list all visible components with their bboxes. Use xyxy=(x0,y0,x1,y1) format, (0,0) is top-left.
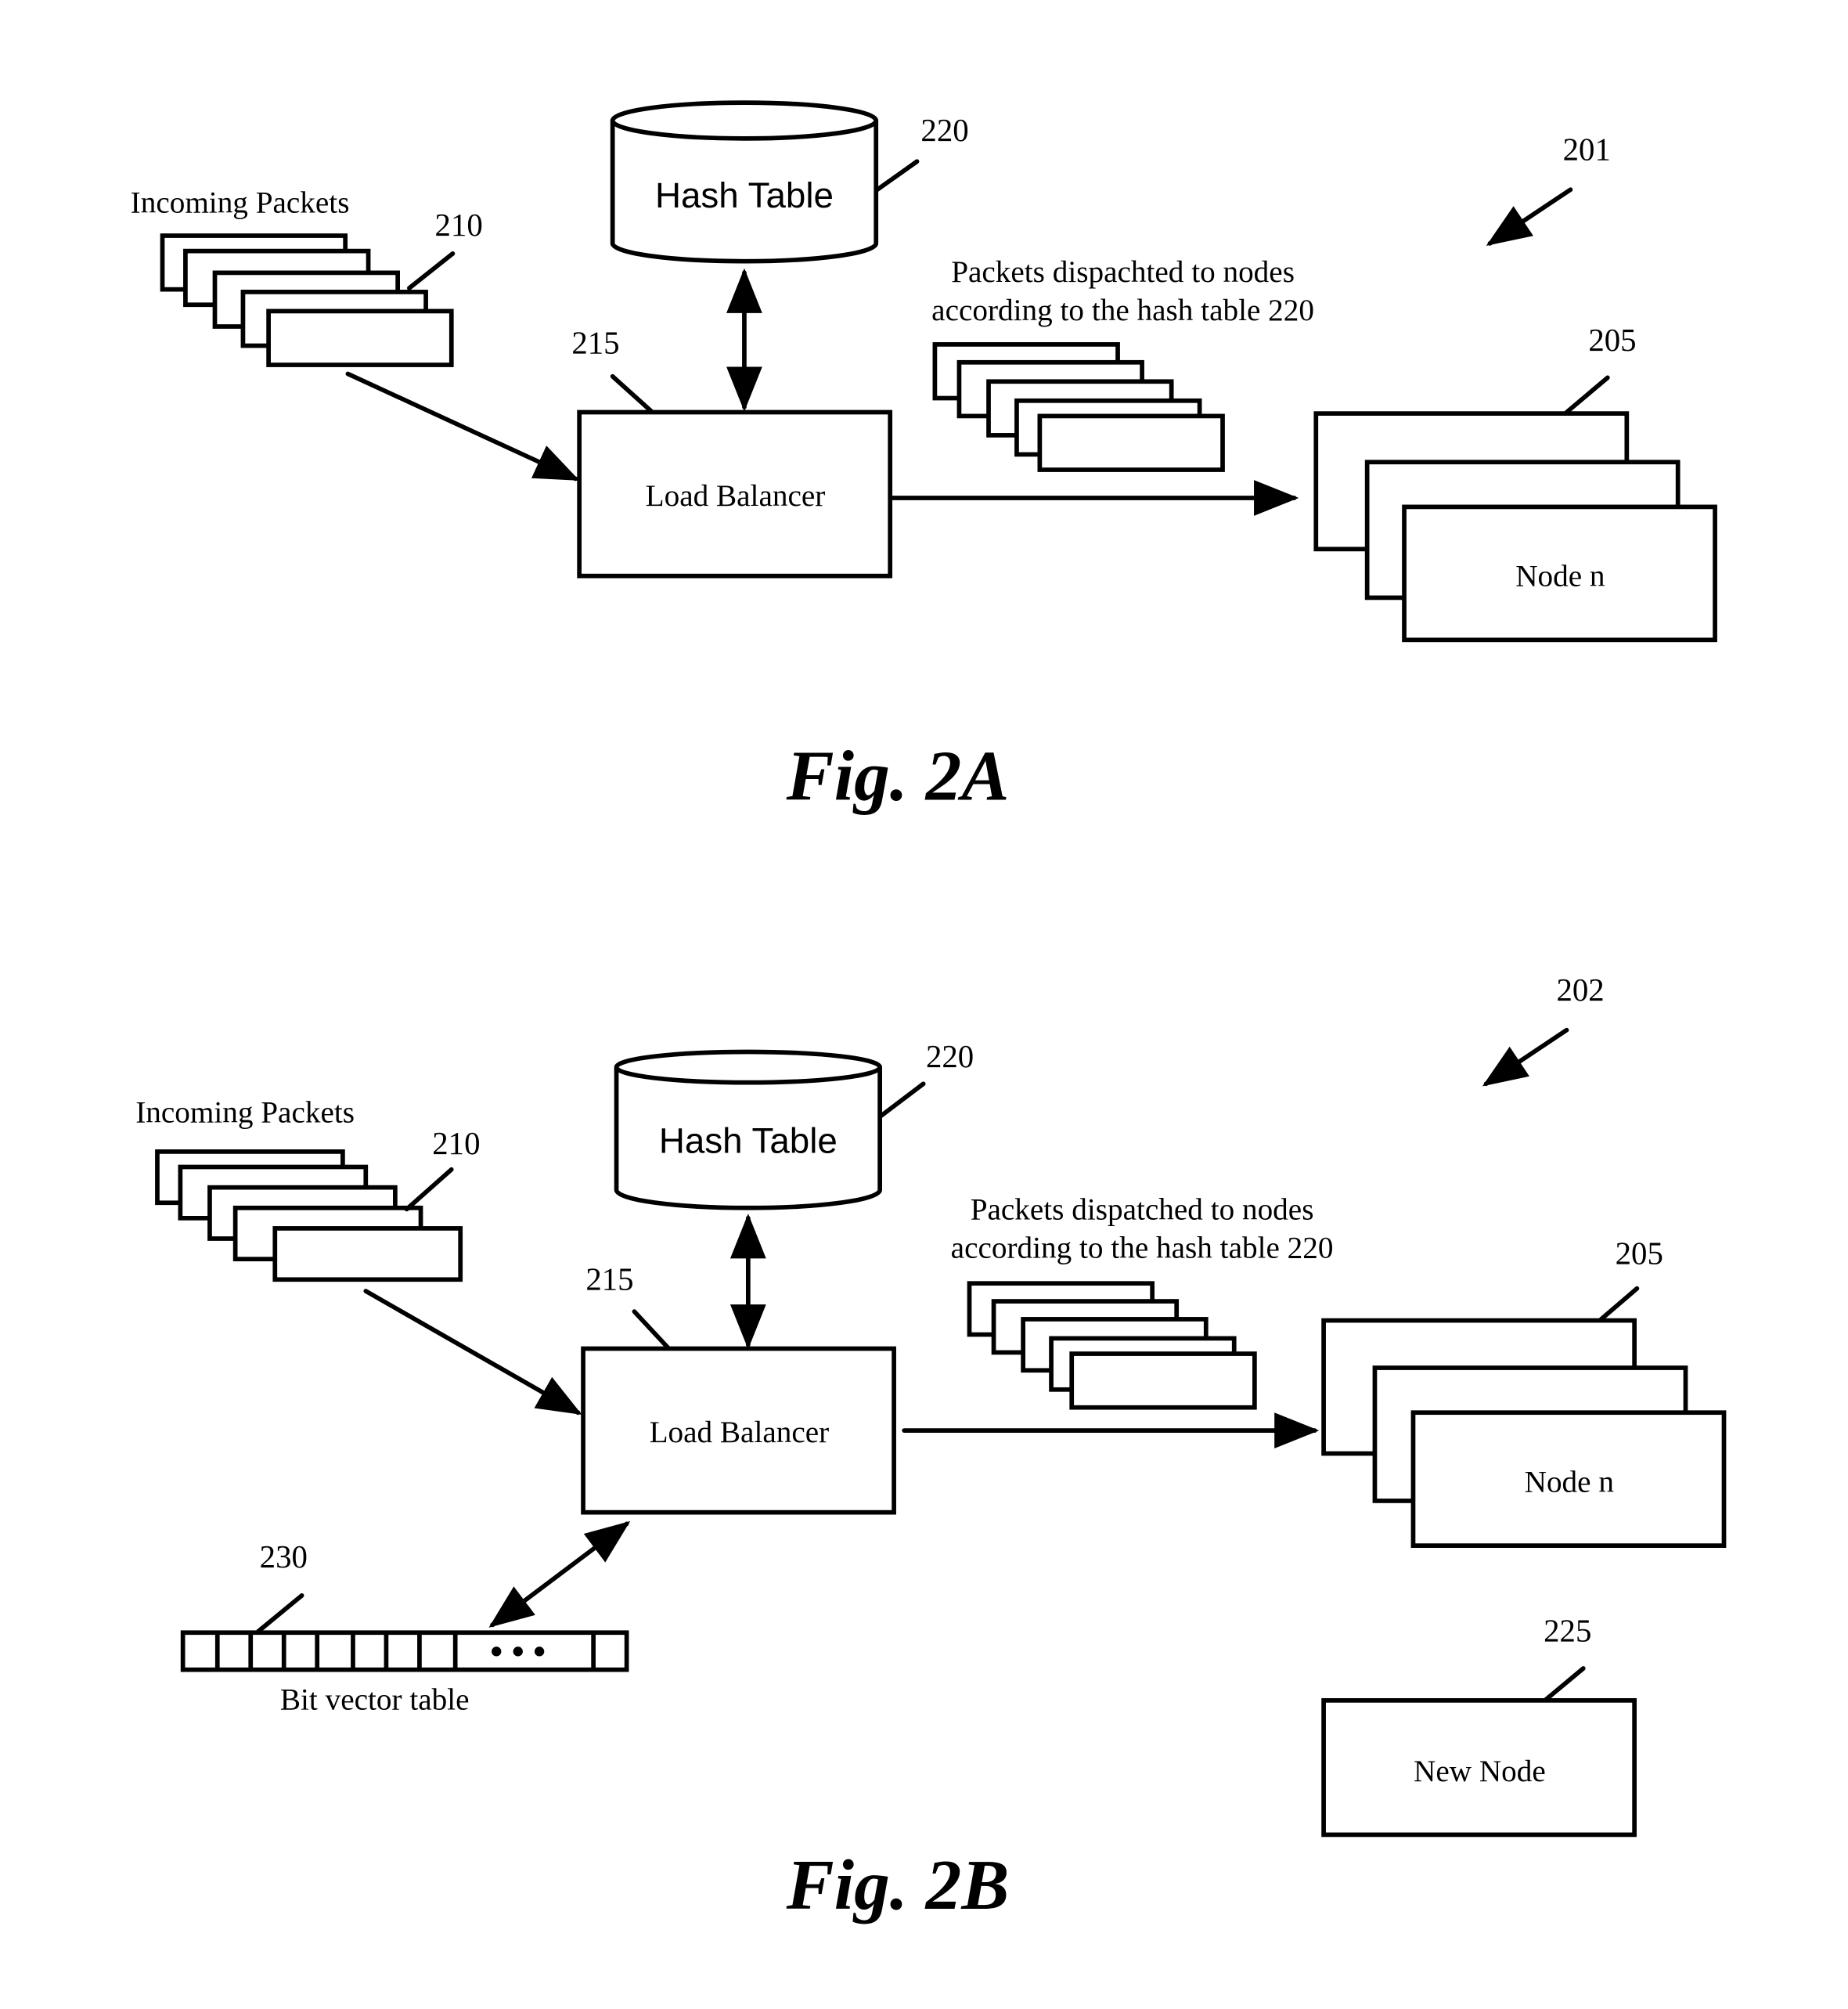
packet xyxy=(1037,413,1225,472)
hash-table-cylinder: Hash Table xyxy=(614,1049,882,1210)
ref-205-leader xyxy=(1598,1286,1640,1322)
ref-225-label: 225 xyxy=(1544,1614,1591,1649)
ref-220-leader xyxy=(875,159,920,193)
node-stack: Node n xyxy=(1313,411,1717,643)
bit-vector-ellipsis: • • • xyxy=(490,1631,546,1671)
load-balancer-label: Load Balancer xyxy=(646,479,826,513)
incoming-packets-label: Incoming Packets xyxy=(131,186,350,220)
dispatched-packet-stack xyxy=(967,1281,1257,1410)
ref-201-arrow xyxy=(1486,187,1573,246)
node-n-label: Node n xyxy=(1515,560,1605,593)
dispatch-label-line2: according to the hash table 220 xyxy=(931,294,1314,327)
node-stack: Node n xyxy=(1321,1318,1727,1549)
hash-table-label: Hash Table xyxy=(655,175,834,215)
dispatch-label-line1: Packets dispatched to nodes xyxy=(971,1192,1314,1226)
ref-205-leader xyxy=(1564,375,1610,415)
ref-230-leader xyxy=(256,1593,304,1634)
dispatch-label-line1: Packets dispachted to nodes xyxy=(951,255,1295,289)
ref-215-label: 215 xyxy=(571,325,619,360)
ref-220-label: 220 xyxy=(926,1039,974,1074)
ref-202-label: 202 xyxy=(1556,972,1604,1008)
ref-205-label: 205 xyxy=(1588,323,1636,358)
patent-figure-sheet: 201 Incoming Packets 210 Hash Table 220 … xyxy=(131,100,1727,1924)
bit-vector-table: • • • xyxy=(180,1630,629,1672)
ref-210-leader xyxy=(404,1167,454,1212)
ref-215-leader xyxy=(610,373,654,413)
ref-210-leader xyxy=(406,251,456,290)
node-n-label: Node n xyxy=(1525,1466,1615,1499)
ref-225-leader xyxy=(1542,1666,1586,1703)
ref-220-leader xyxy=(878,1081,926,1119)
incoming-packets-label: Incoming Packets xyxy=(135,1095,355,1129)
ref-205-label: 205 xyxy=(1616,1236,1663,1271)
lb-bitvector-bidirectional-arrow xyxy=(488,1520,631,1628)
ref-215-label: 215 xyxy=(585,1261,633,1297)
figure-caption-2b: Fig. 2B xyxy=(786,1845,1010,1924)
dispatch-label-line2: according to the hash table 220 xyxy=(951,1232,1334,1265)
ref-210-label: 210 xyxy=(432,1126,480,1161)
incoming-packet-stack xyxy=(160,233,454,367)
bit-vector-label: Bit vector table xyxy=(280,1683,470,1716)
figure-2b: 202 Incoming Packets 210 Hash Table 220 … xyxy=(135,972,1727,1924)
ref-202-arrow xyxy=(1482,1027,1569,1087)
packet xyxy=(272,1226,463,1282)
figure-caption-2a: Fig. 2A xyxy=(786,736,1010,816)
ref-230-label: 230 xyxy=(260,1539,308,1574)
incoming-to-lb-arrow xyxy=(363,1289,582,1416)
ref-220-label: 220 xyxy=(920,113,968,148)
hash-table-cylinder: Hash Table xyxy=(610,100,879,264)
incoming-to-lb-arrow xyxy=(345,371,580,482)
ref-215-leader xyxy=(632,1309,672,1351)
ref-210-label: 210 xyxy=(435,207,483,243)
ref-201-label: 201 xyxy=(1563,132,1611,168)
load-balancer-label: Load Balancer xyxy=(650,1416,830,1449)
new-node-label: New Node xyxy=(1414,1755,1546,1788)
figure-2a: 201 Incoming Packets 210 Hash Table 220 … xyxy=(131,100,1717,816)
packet xyxy=(1069,1351,1257,1410)
hash-table-label: Hash Table xyxy=(659,1121,838,1161)
incoming-packet-stack xyxy=(155,1149,463,1282)
dispatched-packet-stack xyxy=(932,342,1225,472)
packet xyxy=(266,308,454,367)
